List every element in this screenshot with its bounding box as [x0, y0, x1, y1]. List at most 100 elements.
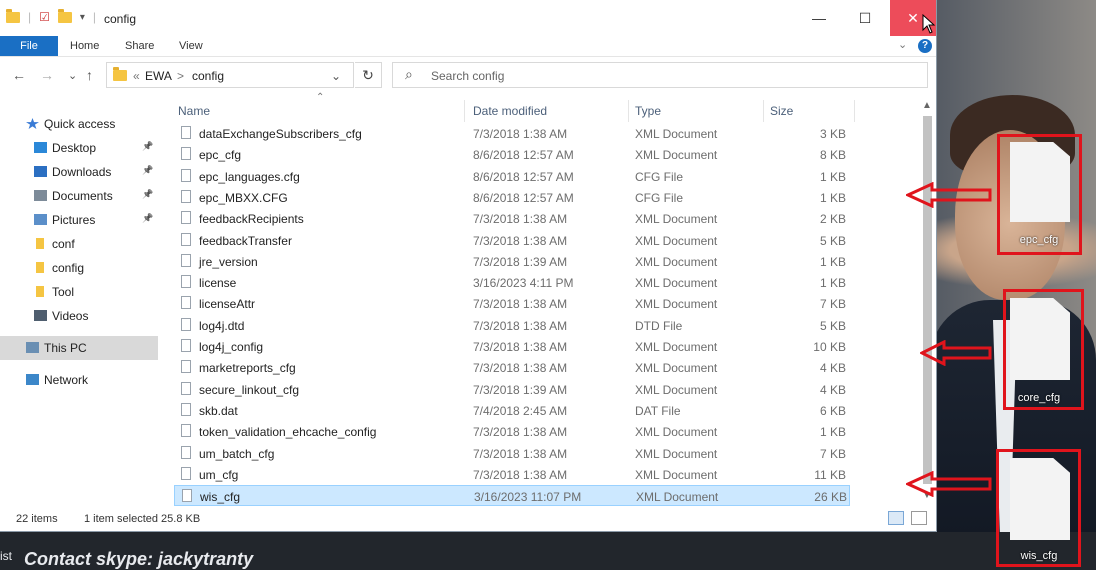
new-folder-icon[interactable]	[57, 8, 72, 23]
file-size: 2 KB	[819, 212, 846, 227]
large-icons-view-button[interactable]	[911, 511, 927, 525]
file-type: CFG File	[635, 190, 683, 205]
search-box[interactable]: ⌕ Search config	[392, 62, 928, 88]
back-button[interactable]: ←	[12, 67, 26, 83]
sidebar-item-this-pc[interactable]: This PC	[0, 336, 158, 360]
column-separator[interactable]	[464, 100, 465, 122]
column-header-size[interactable]: Size	[770, 100, 793, 122]
details-view-button[interactable]	[888, 511, 904, 525]
tab-home[interactable]: Home	[70, 36, 99, 56]
file-icon	[181, 275, 191, 289]
expand-ribbon-icon[interactable]: ⌄	[898, 38, 907, 51]
column-header-name[interactable]: Name	[178, 100, 210, 122]
column-separator[interactable]	[763, 100, 764, 122]
tab-view[interactable]: View	[179, 36, 203, 56]
arrow-left-icon	[906, 182, 992, 208]
file-date: 7/3/2018 1:38 AM	[473, 318, 568, 333]
scroll-up-arrow[interactable]: ▲	[922, 100, 932, 111]
table-row[interactable]: feedbackTransfer 7/3/2018 1:38 AM XML Docu…	[174, 230, 850, 251]
sidebar-item-documents[interactable]: Documents 📌	[0, 184, 158, 208]
file-size: 4 KB	[819, 382, 846, 397]
table-row[interactable]: token_validation_ehcache_config 7/3/2018 …	[174, 421, 850, 442]
sidebar-item-conf[interactable]: conf	[0, 232, 158, 256]
table-row[interactable]: skb.dat 7/4/2018 2:45 AM DAT File 6 KB	[174, 400, 850, 421]
file-icon	[181, 126, 191, 139]
separator-icon: |	[92, 10, 97, 24]
folder-icon	[36, 262, 44, 273]
table-row[interactable]: licenseAttr 7/3/2018 1:38 AM XML Document 7…	[174, 293, 850, 314]
table-row[interactable]: um_batch_cfg 7/3/2018 1:38 AM XML Document…	[174, 443, 850, 464]
up-button[interactable]: ↑	[86, 67, 93, 83]
file-date: 8/6/2018 12:57 AM	[473, 148, 574, 163]
file-type: XML Document	[635, 382, 718, 397]
sidebar-item-desktop[interactable]: Desktop 📌	[0, 136, 158, 160]
table-row[interactable]: log4j.dtd 7/3/2018 1:38 AM DTD File 5 KB	[174, 315, 850, 336]
file-size: 1 KB	[819, 169, 846, 184]
folder-icon	[36, 286, 44, 297]
desktop-file-epc[interactable]: epc_cfg	[994, 234, 1084, 246]
chevron-down-icon[interactable]: ⌄	[331, 69, 341, 83]
file-size: 3 KB	[819, 127, 846, 141]
table-row[interactable]: jre_version 7/3/2018 1:39 AM XML Document 1…	[174, 251, 850, 272]
file-size: 8 KB	[819, 148, 846, 163]
breadcrumb-overflow[interactable]: «	[133, 69, 140, 83]
table-row[interactable]: epc_MBXX.CFG 8/6/2018 12:57 AM CFG File 1 K…	[174, 187, 850, 208]
sidebar-item-tool[interactable]: Tool	[0, 280, 158, 304]
properties-icon[interactable]: ☑	[39, 10, 50, 24]
breadcrumb-ewa[interactable]: EWA	[145, 69, 172, 83]
file-size: 10 KB	[813, 340, 846, 354]
tab-file[interactable]: File	[0, 36, 58, 56]
vertical-scrollbar[interactable]: ▲ ▼	[920, 96, 935, 506]
sidebar-item-network[interactable]: Network	[0, 368, 158, 392]
table-row[interactable]: feedbackRecipients 7/3/2018 1:38 AM XML Do…	[174, 208, 850, 229]
table-row[interactable]: dataExchangeSubscribers_cfg 7/3/2018 1:38…	[174, 123, 850, 144]
table-row[interactable]: license 3/16/2023 4:11 PM XML Document 1 KB	[174, 272, 850, 293]
help-icon[interactable]: ?	[918, 39, 932, 53]
sidebar-item-downloads[interactable]: Downloads 📌	[0, 160, 158, 184]
table-row[interactable]: log4j_config 7/3/2018 1:38 AM XML Document…	[174, 336, 850, 357]
table-row[interactable]: marketreports_cfg 7/3/2018 1:38 AM XML Doc…	[174, 357, 850, 378]
table-row[interactable]: secure_linkout_cfg 7/3/2018 1:39 AM XML Do…	[174, 379, 850, 400]
sidebar-item-videos[interactable]: Videos	[0, 304, 158, 328]
address-bar[interactable]: « EWA > config ⌄	[106, 62, 354, 88]
desktop-file-wis[interactable]: wis_cfg	[994, 550, 1084, 562]
file-icon	[181, 168, 191, 182]
column-separator[interactable]	[854, 100, 855, 122]
sidebar-item-quick-access[interactable]: Quick access	[0, 112, 158, 136]
forward-button[interactable]: →	[40, 67, 54, 83]
file-date: 7/3/2018 1:38 AM	[473, 127, 568, 141]
file-size: 5 KB	[819, 318, 846, 333]
column-header-type[interactable]: Type	[635, 100, 661, 122]
scrollbar-thumb[interactable]	[923, 116, 932, 484]
tab-share[interactable]: Share	[125, 36, 154, 56]
desktop-file-core[interactable]: core_cfg	[994, 392, 1084, 404]
column-header-date[interactable]: Date modified	[473, 100, 547, 122]
file-date: 7/4/2018 2:45 AM	[473, 403, 568, 418]
mouse-cursor-icon	[922, 14, 936, 34]
sidebar-item-config[interactable]: config	[0, 256, 158, 280]
maximize-button[interactable]: ☐	[842, 0, 888, 36]
document-icon[interactable]	[1010, 298, 1070, 380]
table-row[interactable]: wis_cfg 3/16/2023 11:07 PM XML Document 26 …	[174, 485, 850, 507]
table-row[interactable]: um_cfg 7/3/2018 1:38 AM XML Document 11 KB	[174, 464, 850, 485]
recent-locations-button[interactable]: ⌄	[68, 69, 77, 82]
refresh-button[interactable]: ↻	[355, 62, 382, 88]
file-name: license	[199, 276, 237, 291]
sidebar-item-pictures[interactable]: Pictures 📌	[0, 208, 158, 232]
search-input[interactable]: Search config	[431, 69, 504, 83]
pictures-icon	[34, 214, 47, 225]
file-size: 7 KB	[819, 446, 846, 461]
table-row[interactable]: epc_cfg 8/6/2018 12:57 AM XML Document 8 KB	[174, 144, 850, 165]
table-row[interactable]: epc_languages.cfg 8/6/2018 12:57 AM CFG Fi…	[174, 166, 850, 187]
document-icon[interactable]	[1010, 458, 1070, 540]
customize-qa-icon[interactable]: ▾	[80, 12, 85, 23]
minimize-button[interactable]: —	[796, 0, 842, 36]
column-separator[interactable]	[628, 100, 629, 122]
document-icon[interactable]	[1010, 142, 1070, 222]
file-type: XML Document	[635, 446, 718, 461]
file-size: 11 KB	[814, 467, 846, 482]
breadcrumb-config[interactable]: config	[192, 69, 224, 83]
network-icon	[26, 374, 39, 385]
sidebar-item-label: Documents	[52, 189, 113, 203]
file-date: 7/3/2018 1:38 AM	[473, 340, 568, 354]
